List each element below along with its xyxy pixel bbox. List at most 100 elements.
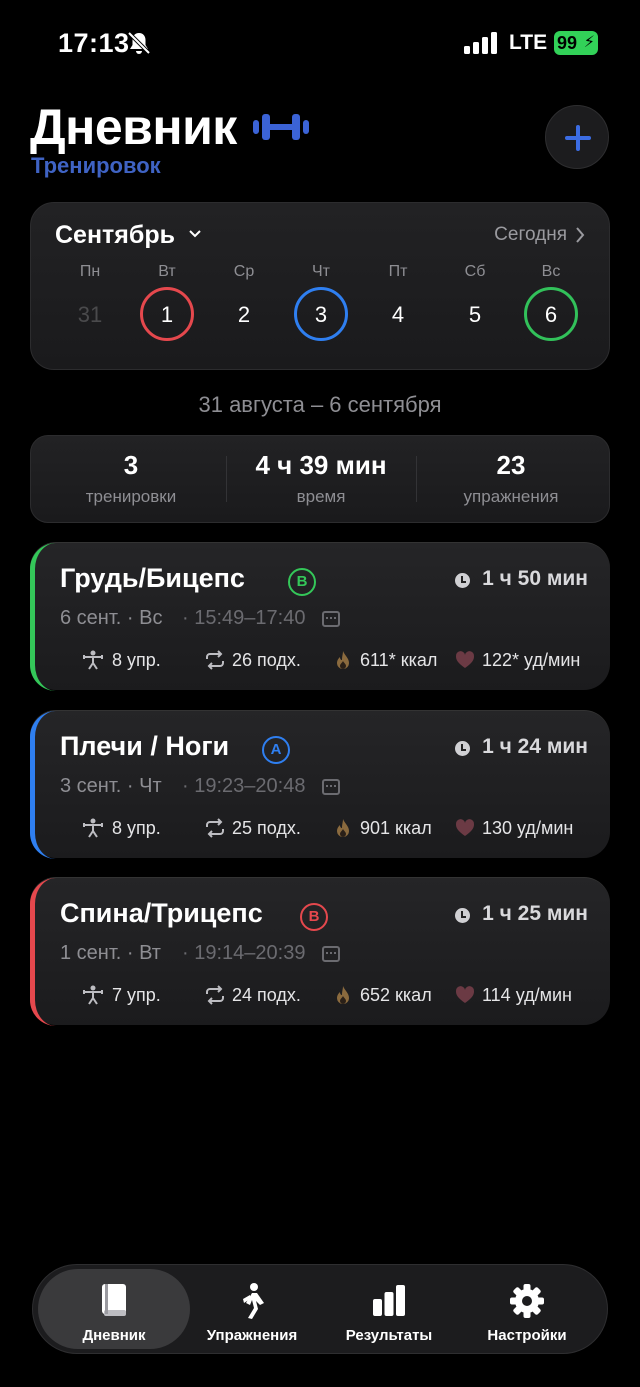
tab-bar: Дневник Упражнения Результаты Настройки: [32, 1264, 608, 1354]
sets-count: 26 подх.: [232, 650, 301, 670]
battery-icon: 99 ⚡: [554, 31, 598, 55]
weekday-label: Вс: [541, 263, 561, 280]
week-calendar: Сентябрь Сегодня Пн 31 Вт 1 Ср 2 Чт 3 Пт 4 Сб 5 Вс 6: [30, 202, 610, 370]
chevron-right-icon: [576, 227, 585, 243]
tab-exercises[interactable]: Упражнения: [176, 1269, 328, 1349]
bar-chart-icon: [373, 1285, 405, 1316]
weekday-label: Пн: [79, 263, 101, 280]
clock-icon: [455, 741, 470, 756]
weekday-label: Сб: [464, 263, 486, 280]
heart-rate: 122* уд/мин: [482, 650, 581, 670]
weekday-label: Ср: [233, 263, 255, 280]
calories: 652 ккал: [360, 985, 432, 1005]
repeat-icon: [206, 985, 224, 1005]
clock-icon: [455, 908, 470, 923]
summary-time: 4 ч 39 мин время: [226, 450, 416, 507]
calendar-day[interactable]: 3: [294, 287, 348, 341]
summary-time-value: 4 ч 39 мин: [255, 450, 387, 480]
network-type: LTE: [509, 31, 548, 54]
exercise-count: 8 упр.: [112, 650, 161, 670]
heart-icon: [455, 986, 475, 1003]
weekday-label: Пт: [388, 263, 408, 280]
tab-label: Результаты: [345, 1327, 433, 1344]
workout-date: 3 сент. · Чт: [60, 775, 162, 797]
calendar-day[interactable]: 1: [140, 287, 194, 341]
calendar-day[interactable]: 2: [217, 287, 271, 341]
page-title: Дневник: [30, 99, 237, 155]
workout-duration: 1 ч 25 мин: [482, 902, 588, 925]
workout-time-range: · 15:49–17:40: [182, 607, 306, 629]
workout-time-range: · 19:23–20:48: [182, 775, 306, 797]
workout-duration: 1 ч 50 мин: [482, 567, 588, 590]
sets-count: 24 подх.: [232, 985, 301, 1005]
page-subtitle: Тренировок: [31, 153, 161, 178]
calendar-day[interactable]: 31: [63, 287, 117, 341]
bell-slash-icon: [127, 31, 151, 55]
workout-name: Плечи / Ноги: [60, 731, 230, 761]
gear-icon: [510, 1284, 544, 1318]
summary-workouts: 3 тренировки: [36, 450, 226, 507]
workout-time: 15:49–17:40: [194, 607, 306, 629]
today-button[interactable]: Сегодня: [494, 224, 567, 246]
workout-accent: [30, 543, 60, 691]
exercise-figure-icon: [83, 985, 103, 1005]
calendar-icon: [322, 779, 340, 795]
exercise-figure-icon: [83, 650, 103, 670]
tab-settings[interactable]: Настройки: [451, 1269, 603, 1349]
flame-icon: [337, 986, 349, 1004]
tab-label: Упражнения: [206, 1327, 298, 1344]
workout-program-badge: B: [288, 568, 316, 596]
summary-workouts-value: 3: [123, 450, 139, 480]
summary-time-label: время: [296, 487, 346, 506]
heart-icon: [455, 819, 475, 836]
book-icon: [102, 1284, 126, 1316]
workout-time-range: · 19:14–20:39: [182, 942, 306, 964]
calendar-icon: [322, 946, 340, 962]
repeat-icon: [206, 650, 224, 670]
workout-card[interactable]: Плечи / Ноги A 1 ч 24 мин 3 сент. · Чт ·…: [30, 710, 610, 859]
workout-time: 19:23–20:48: [194, 775, 306, 797]
charging-bolt-icon: ⚡: [583, 34, 595, 51]
summary-exercises-label: упражнения: [463, 487, 559, 506]
summary-workouts-label: тренировки: [85, 487, 177, 506]
calendar-icon: [322, 611, 340, 627]
heart-icon: [455, 651, 475, 668]
tab-diary[interactable]: Дневник: [38, 1269, 190, 1349]
workout-accent: [30, 711, 60, 859]
battery-level: 99: [557, 33, 578, 53]
workout-date: 1 сент. · Вт: [60, 942, 161, 964]
calendar-day[interactable]: 5: [448, 287, 502, 341]
summary-exercises-value: 23: [496, 450, 526, 480]
chevron-down-icon: [189, 230, 201, 238]
calories: 901 ккал: [360, 818, 432, 838]
weekday-label: Чт: [312, 263, 330, 280]
workout-time: 19:14–20:39: [194, 942, 306, 964]
flame-icon: [337, 651, 349, 669]
repeat-icon: [206, 818, 224, 838]
workout-card[interactable]: Грудь/Бицепс B 1 ч 50 мин 6 сент. · Вс ·…: [30, 542, 610, 691]
workout-card[interactable]: Спина/Трицепс B 1 ч 25 мин 1 сент. · Вт …: [30, 877, 610, 1026]
dumbbell-icon: [253, 114, 309, 140]
week-range: 31 августа – 6 сентября: [198, 392, 442, 417]
workout-name: Грудь/Бицепс: [60, 563, 245, 593]
exercise-count: 7 упр.: [112, 985, 161, 1005]
walking-figure-icon: [243, 1283, 264, 1319]
week-summary: 3 тренировки 4 ч 39 мин время 23 упражне…: [30, 435, 610, 523]
tab-label: Дневник: [82, 1327, 146, 1344]
workout-date: 6 сент. · Вс: [60, 607, 163, 629]
status-time: 17:13: [58, 28, 130, 58]
workout-duration: 1 ч 24 мин: [482, 735, 588, 758]
workout-accent: [30, 878, 60, 1026]
summary-exercises: 23 упражнения: [416, 450, 606, 507]
cellular-signal-icon: [464, 32, 498, 54]
calendar-day[interactable]: 6: [524, 287, 578, 341]
workout-name: Спина/Трицепс: [60, 898, 263, 928]
month-selector[interactable]: Сентябрь: [55, 221, 175, 250]
flame-icon: [337, 819, 349, 837]
heart-rate: 130 уд/мин: [482, 818, 574, 838]
exercise-count: 8 упр.: [112, 818, 161, 838]
tab-results[interactable]: Результаты: [313, 1269, 465, 1349]
calendar-day[interactable]: 4: [371, 287, 425, 341]
status-bar: 17:13 LTE 99 ⚡: [0, 0, 640, 88]
add-workout-button[interactable]: [545, 105, 609, 169]
